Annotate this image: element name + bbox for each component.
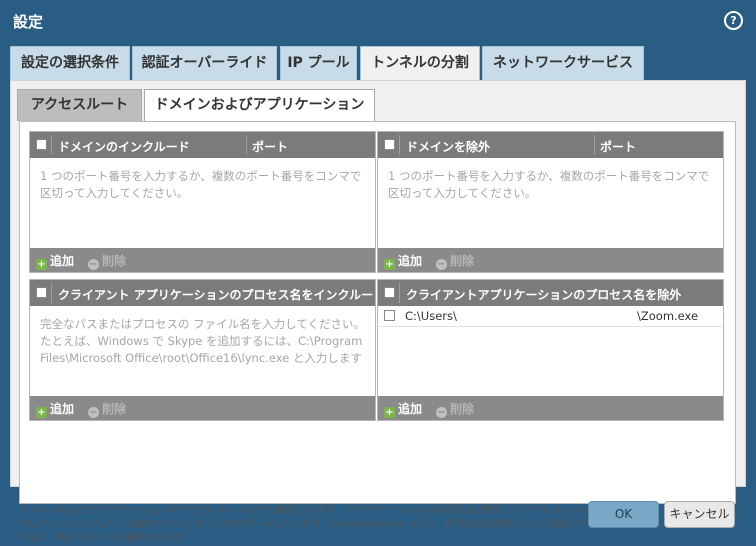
select-all-checkbox[interactable]	[384, 287, 395, 298]
delete-label: 削除	[450, 402, 475, 416]
subtab-access-route[interactable]: アクセスルート	[17, 89, 142, 121]
dialog-titlebar: 設定 ?	[0, 0, 756, 40]
add-label: 追加	[398, 402, 423, 416]
exclude-app-header: クライアントアプリケーションのプロセス名を除外	[378, 280, 723, 306]
minus-icon: −	[88, 259, 99, 270]
process-path-suffix: \Zoom.exe	[637, 309, 699, 323]
plus-icon: +	[384, 407, 395, 418]
select-all-checkbox[interactable]	[384, 139, 395, 150]
settings-dialog: 設定 ? 設定の選択条件 認証オーバーライド IP プール トンネルの分割 ネッ…	[0, 0, 756, 545]
include-domain-footer: + 追加 − 削除	[30, 248, 375, 272]
column-divider	[594, 135, 595, 155]
column-divider	[51, 283, 52, 303]
help-icon[interactable]: ?	[724, 11, 743, 30]
include-domain-placeholder[interactable]: 1 つのポート番号を入力するか、複数のポート番号をコンマで区切って入力してくださ…	[40, 168, 365, 202]
include-domain-panel: ドメインのインクルード ポート 1 つのポート番号を入力するか、複数のポート番号…	[29, 131, 376, 273]
add-button[interactable]: + 追加	[36, 400, 75, 418]
exclude-domain-header: ドメインを除外 ポート	[378, 132, 723, 158]
ok-button[interactable]: OK	[588, 501, 659, 528]
process-path-prefix: C:\Users\	[405, 309, 457, 323]
include-domain-header: ドメインのインクルード ポート	[30, 132, 375, 158]
minus-icon: −	[88, 407, 99, 418]
table-row[interactable]: C:\Users\ \Zoom.exe	[379, 306, 722, 327]
exclude-app-footer: + 追加 − 削除	[378, 396, 723, 420]
tab-network-services[interactable]: ネットワークサービス	[482, 46, 644, 80]
plus-icon: +	[36, 259, 47, 270]
include-app-panel: クライアント アプリケーションのプロセス名をインクルード 完全なパスまたはプロセ…	[29, 279, 385, 421]
select-all-checkbox[interactable]	[36, 287, 47, 298]
include-app-header: クライアント アプリケーションのプロセス名をインクルード	[30, 280, 385, 306]
dialog-title: 設定	[13, 13, 44, 31]
select-all-checkbox[interactable]	[36, 139, 47, 150]
delete-label: 削除	[450, 254, 475, 268]
tab-selection-criteria[interactable]: 設定の選択条件	[10, 46, 130, 80]
delete-button[interactable]: − 削除	[88, 252, 127, 270]
column-divider	[399, 283, 400, 303]
tab-split-tunnel[interactable]: トンネルの分割	[360, 46, 480, 81]
subtab-domain-and-apps[interactable]: ドメインおよびアプリケーション	[144, 89, 375, 122]
minus-icon: −	[436, 407, 447, 418]
add-button[interactable]: + 追加	[36, 252, 75, 270]
exclude-domain-footer: + 追加 − 削除	[378, 248, 723, 272]
minus-icon: −	[436, 259, 447, 270]
add-button[interactable]: + 追加	[384, 252, 423, 270]
column-header-exclude-app: クライアントアプリケーションのプロセス名を除外	[406, 288, 682, 302]
add-button[interactable]: + 追加	[384, 400, 423, 418]
add-label: 追加	[398, 254, 423, 268]
column-divider	[51, 135, 52, 155]
delete-button[interactable]: − 削除	[436, 400, 475, 418]
row-checkbox[interactable]	[384, 310, 395, 321]
cancel-button[interactable]: キャンセル	[664, 501, 735, 528]
add-label: 追加	[50, 402, 75, 416]
column-header-include-app: クライアント アプリケーションのプロセス名をインクルード	[58, 288, 386, 302]
delete-label: 削除	[102, 402, 127, 416]
add-label: 追加	[50, 254, 75, 268]
column-header-port: ポート	[252, 140, 289, 154]
include-app-footer: + 追加 − 削除	[30, 396, 375, 420]
column-divider	[399, 135, 400, 155]
delete-button[interactable]: − 削除	[436, 252, 475, 270]
tab-ip-pool[interactable]: IP プール	[280, 46, 357, 80]
delete-button[interactable]: − 削除	[88, 400, 127, 418]
plus-icon: +	[36, 407, 47, 418]
exclude-domain-panel: ドメインを除外 ポート 1 つのポート番号を入力するか、複数のポート番号をコンマ…	[377, 131, 724, 273]
column-divider	[246, 135, 247, 155]
subtab-content: ドメインのインクルード ポート 1 つのポート番号を入力するか、複数のポート番号…	[19, 121, 736, 504]
tab-auth-override[interactable]: 認証オーバーライド	[132, 46, 277, 80]
column-header-domain: ドメインのインクルード	[58, 140, 190, 154]
delete-label: 削除	[102, 254, 127, 268]
include-app-placeholder[interactable]: 完全なパスまたはプロセスの ファイル名を入力してください。たとえば、Window…	[40, 316, 365, 367]
column-header-domain: ドメインを除外	[406, 140, 491, 154]
column-header-port: ポート	[600, 140, 637, 154]
plus-icon: +	[384, 259, 395, 270]
exclude-app-panel: クライアントアプリケーションのプロセス名を除外 C:\Users\ \Zoom.…	[377, 279, 724, 421]
exclude-domain-placeholder[interactable]: 1 つのポート番号を入力するか、複数のポート番号をコンマで区切って入力してくださ…	[388, 168, 713, 202]
tab-content: アクセスルート ドメインおよびアプリケーション ドメインのインクルード ポート …	[10, 80, 746, 544]
